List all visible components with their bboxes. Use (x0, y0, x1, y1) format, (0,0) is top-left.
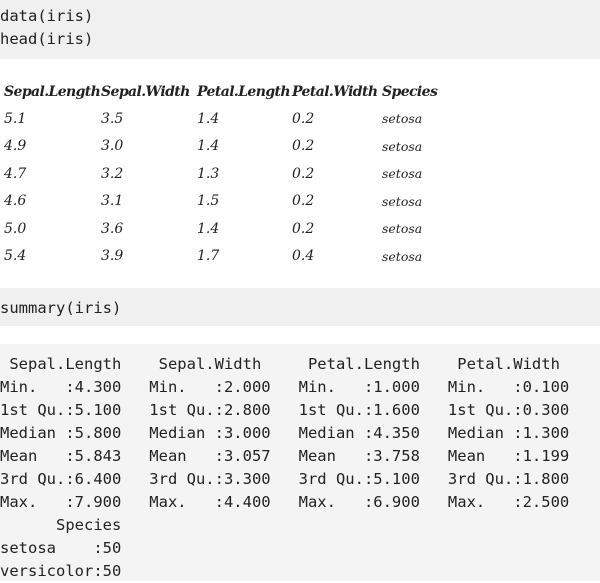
table-cell: 0.2 (292, 220, 315, 237)
table-cell: 4.7 (4, 165, 27, 182)
table-row: 5.4 3.9 1.7 0.4 setosa (4, 243, 442, 271)
table-cell: 0.4 (292, 248, 315, 265)
table-cell: 1.4 (197, 110, 220, 127)
code-block-summary: summary(iris) (0, 288, 600, 326)
table-cell: setosa (382, 111, 423, 127)
table-cell: setosa (382, 221, 423, 237)
table-cell: setosa (382, 193, 423, 209)
table-row: 5.1 3.5 1.4 0.2 setosa (4, 105, 442, 133)
table-cell: 3.2 (101, 165, 124, 182)
table-cell: 5.4 (4, 248, 27, 265)
column-header: Sepal.Length (4, 83, 101, 100)
table-row: 4.7 3.2 1.3 0.2 setosa (4, 160, 442, 188)
table-cell: 5.1 (4, 110, 27, 127)
table-cell: 1.4 (197, 138, 220, 155)
table-cell: 0.2 (292, 110, 315, 127)
table-cell: 1.5 (197, 193, 220, 210)
table-cell: 4.6 (4, 193, 27, 210)
summary-output-block: Sepal.Length Sepal.Width Petal.Length Pe… (0, 344, 600, 581)
code-block-head: data(iris) head(iris) (0, 0, 600, 59)
table-cell: 3.9 (101, 248, 124, 265)
column-header: Sepal.Width (101, 83, 190, 100)
table-cell: 3.5 (101, 110, 124, 127)
table-cell: 0.2 (292, 138, 315, 155)
table-cell: 0.2 (292, 165, 315, 182)
table-cell: 3.6 (101, 220, 124, 237)
table-cell: setosa (382, 248, 423, 264)
table-row: 4.6 3.1 1.5 0.2 setosa (4, 188, 442, 216)
table-cell: 4.9 (4, 138, 27, 155)
table-cell: 1.4 (197, 220, 220, 237)
table-header-row: Sepal.Length Sepal.Width Petal.Length Pe… (4, 78, 442, 105)
table-row: 4.9 3.0 1.4 0.2 setosa (4, 133, 442, 161)
head-output-table: Sepal.Length Sepal.Width Petal.Length Pe… (4, 78, 442, 270)
column-header: Petal.Width (292, 83, 378, 100)
table-row: 5.0 3.6 1.4 0.2 setosa (4, 215, 442, 243)
table-cell: 0.2 (292, 193, 315, 210)
summary-output-text: Sepal.Length Sepal.Width Petal.Length Pe… (0, 355, 570, 580)
table-cell: 1.3 (197, 165, 220, 182)
table-cell: 1.7 (197, 248, 220, 265)
table-cell: setosa (382, 138, 423, 154)
table-cell: setosa (382, 166, 423, 182)
table-cell: 3.0 (101, 138, 124, 155)
table-cell: 5.0 (4, 220, 27, 237)
code-text: summary(iris) (0, 299, 122, 317)
column-header: Petal.Length (197, 83, 291, 100)
column-header: Species (382, 83, 438, 100)
table-cell: 3.1 (101, 193, 124, 210)
code-text: data(iris) head(iris) (0, 7, 94, 48)
